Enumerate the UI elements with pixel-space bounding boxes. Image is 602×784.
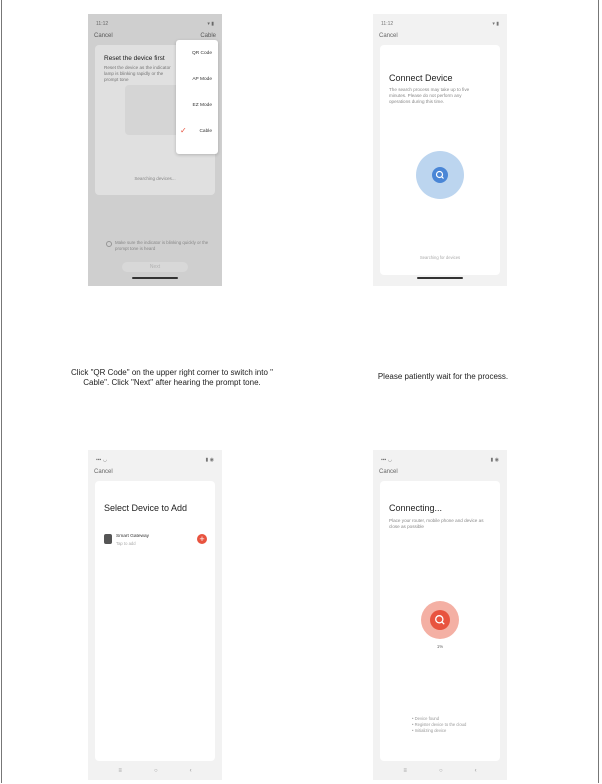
home-nav-icon[interactable]: ○ [439, 768, 443, 774]
connect-title: Connect Device [389, 73, 453, 83]
search-icon [430, 610, 450, 630]
home-indicator [417, 277, 463, 279]
progress-steps: • Device found • Register device to the … [412, 716, 466, 734]
screenshot-switch-mode: 11:12 ▾ ▮ Cancel Cable Reset the device … [88, 14, 222, 286]
menu-item-ap-mode[interactable]: AP Mode [192, 77, 212, 82]
nav-bar: Cancel [94, 469, 216, 475]
mode-menu: QR Code AP Mode EZ Mode Cable ✓ [176, 40, 218, 154]
screenshot-connecting: ▪▪▪ ◡ ▮ ◉ Cancel Connecting... Place you… [373, 450, 507, 780]
back-nav-icon[interactable]: ‹ [190, 768, 192, 774]
device-name: Smart Gateway [116, 534, 150, 539]
screenshot-select-device: ▪▪▪ ◡ ▮ ◉ Cancel Select Device to Add Sm… [88, 450, 222, 780]
status-icons: ▮ ◉ [490, 457, 499, 463]
select-card: Select Device to Add Smart Gateway Tap t… [95, 481, 215, 761]
screenshot-connect-device: 11:12 ▾ ▮ Cancel Connect Device The sear… [373, 14, 507, 286]
caption-switch-mode: Click "QR Code" on the upper right corne… [71, 368, 273, 387]
status-bar: ▪▪▪ ◡ ▮ ◉ [381, 457, 499, 463]
cancel-button[interactable]: Cancel [94, 469, 113, 475]
back-nav-icon[interactable]: ‹ [475, 768, 477, 774]
status-time: 11:12 [381, 21, 394, 27]
progress-percent: 1% [436, 644, 444, 649]
connecting-card: Connecting... Place your router, mobile … [380, 481, 500, 761]
search-icon [432, 167, 448, 183]
nav-bar: Cancel [379, 33, 501, 39]
connect-card: Connect Device The search process may ta… [380, 45, 500, 275]
menu-nav-icon[interactable]: ≡ [403, 768, 407, 774]
status-carrier: ▪▪▪ ◡ [96, 457, 108, 463]
connect-desc: The search process may take up to five m… [389, 87, 470, 104]
status-bar: 11:12 ▾ ▮ [381, 21, 499, 27]
searching-footer: Searching for devices [419, 255, 461, 260]
status-carrier: ▪▪▪ ◡ [381, 457, 393, 463]
step-item: • Initializing device [412, 728, 447, 733]
home-nav-icon[interactable]: ○ [154, 768, 158, 774]
select-title: Select Device to Add [104, 503, 188, 513]
menu-item-cable[interactable]: Cable [199, 129, 212, 134]
cancel-button[interactable]: Cancel [379, 469, 398, 475]
menu-nav-icon[interactable]: ≡ [118, 768, 122, 774]
android-nav: ≡ ○ ‹ [373, 768, 507, 774]
check-icon: ✓ [180, 126, 187, 135]
home-indicator [132, 277, 178, 279]
device-icon [104, 534, 112, 544]
status-bar: ▪▪▪ ◡ ▮ ◉ [96, 457, 214, 463]
device-subtitle: Tap to add [116, 541, 136, 546]
status-icons: ▾ ▮ [492, 21, 499, 27]
add-device-icon[interactable]: + [197, 534, 207, 544]
android-nav: ≡ ○ ‹ [88, 768, 222, 774]
caption-wait: Please patiently wait for the process. [377, 372, 509, 381]
nav-bar: Cancel [379, 469, 501, 475]
connecting-title: Connecting... [389, 503, 443, 513]
status-icons: ▮ ◉ [205, 457, 214, 463]
menu-item-ez-mode[interactable]: EZ Mode [193, 103, 212, 108]
cancel-button[interactable]: Cancel [379, 33, 398, 39]
connecting-desc: Place your router, mobile phone and devi… [389, 518, 484, 529]
menu-item-qr-code[interactable]: QR Code [192, 51, 212, 56]
